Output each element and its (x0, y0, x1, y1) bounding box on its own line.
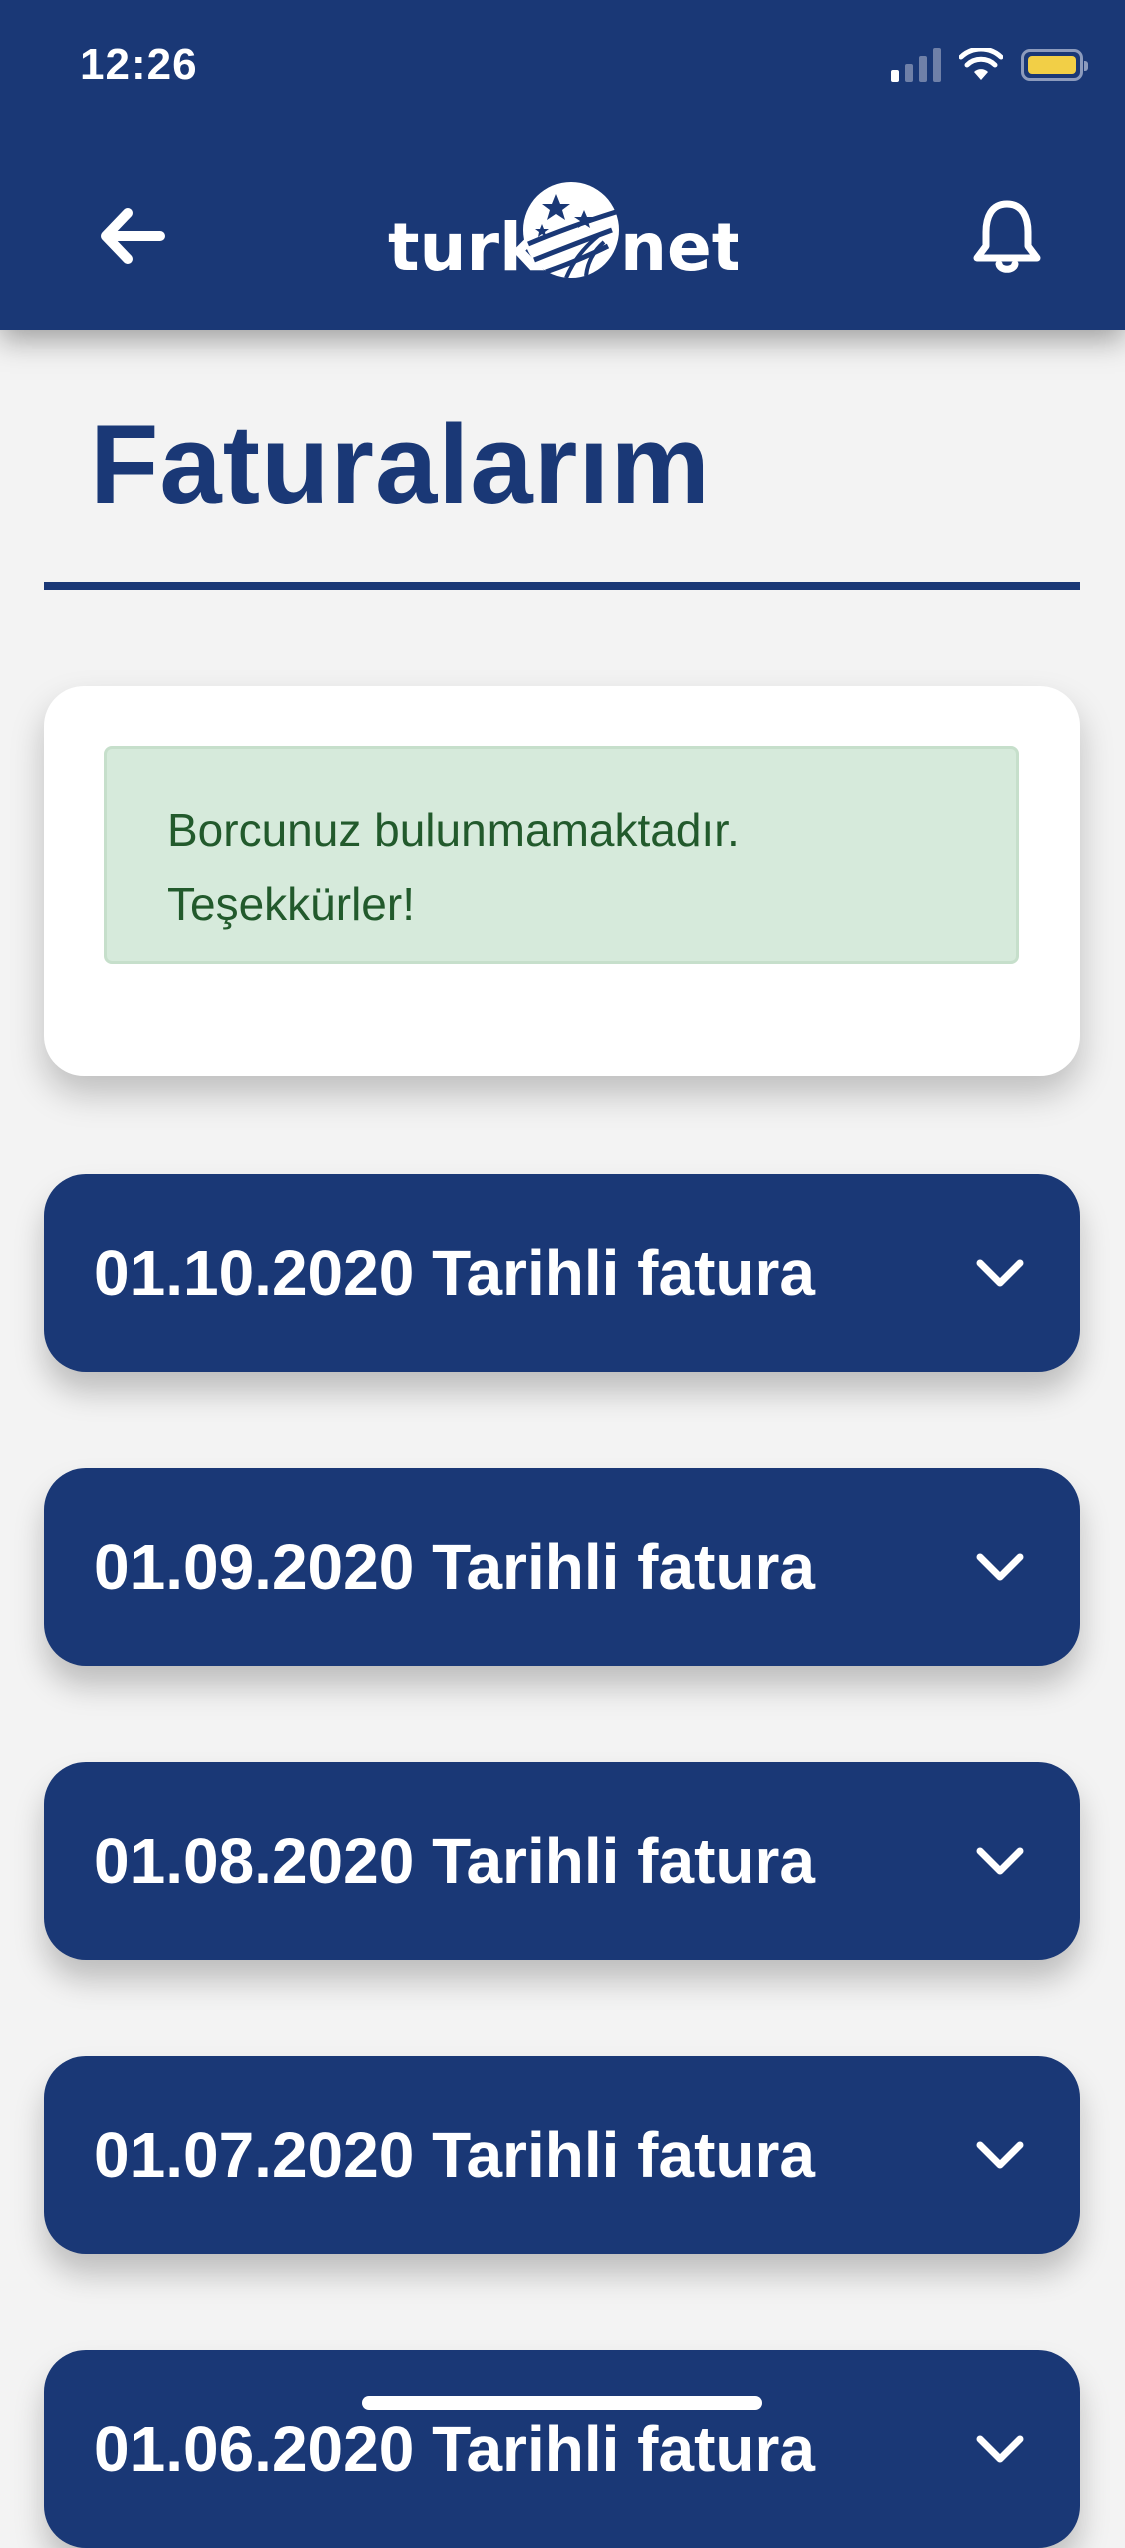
home-indicator[interactable] (362, 2396, 762, 2410)
title-divider (44, 582, 1080, 590)
arrow-left-icon (101, 208, 165, 264)
notifications-button[interactable] (965, 194, 1049, 278)
success-alert: Borcunuz bulunmamaktadır. Teşekkürler! (104, 746, 1019, 964)
alert-line-2: Teşekkürler! (167, 878, 415, 930)
wifi-icon (959, 48, 1003, 80)
invoice-label: 01.10.2020 Tarihli fatura (94, 1237, 815, 1309)
invoice-label: 01.07.2020 Tarihli fatura (94, 2119, 815, 2191)
status-icons (891, 48, 1088, 82)
app-header: 12:26 turk net (0, 0, 1125, 330)
chevron-down-icon (976, 2435, 1024, 2463)
debt-status-card: Borcunuz bulunmamaktadır. Teşekkürler! (44, 686, 1080, 1076)
back-button[interactable] (94, 198, 170, 274)
cellular-signal-icon (891, 48, 941, 82)
invoice-accordion-item[interactable]: 01.06.2020 Tarihli fatura (44, 2350, 1080, 2548)
invoice-accordion-item[interactable]: 01.08.2020 Tarihli fatura (44, 1762, 1080, 1960)
turknet-logo: turk net (388, 172, 743, 292)
chevron-down-icon (976, 2141, 1024, 2169)
alert-line-1: Borcunuz bulunmamaktadır. (167, 804, 740, 856)
chevron-down-icon (976, 1553, 1024, 1581)
chevron-down-icon (976, 1847, 1024, 1875)
battery-icon (1021, 49, 1088, 81)
logo-text-left: turk (388, 209, 545, 286)
logo-text-right: net (620, 209, 738, 286)
bell-icon (973, 200, 1041, 273)
status-time: 12:26 (80, 40, 198, 89)
invoice-accordion-item[interactable]: 01.07.2020 Tarihli fatura (44, 2056, 1080, 2254)
chevron-down-icon (976, 1259, 1024, 1287)
invoice-label: 01.09.2020 Tarihli fatura (94, 1531, 815, 1603)
invoice-label: 01.08.2020 Tarihli fatura (94, 1825, 815, 1897)
invoice-accordion-item[interactable]: 01.09.2020 Tarihli fatura (44, 1468, 1080, 1666)
invoice-accordion-item[interactable]: 01.10.2020 Tarihli fatura (44, 1174, 1080, 1372)
globe-icon (523, 182, 619, 279)
page-title: Faturalarım (90, 402, 711, 527)
invoice-label: 01.06.2020 Tarihli fatura (94, 2413, 815, 2485)
